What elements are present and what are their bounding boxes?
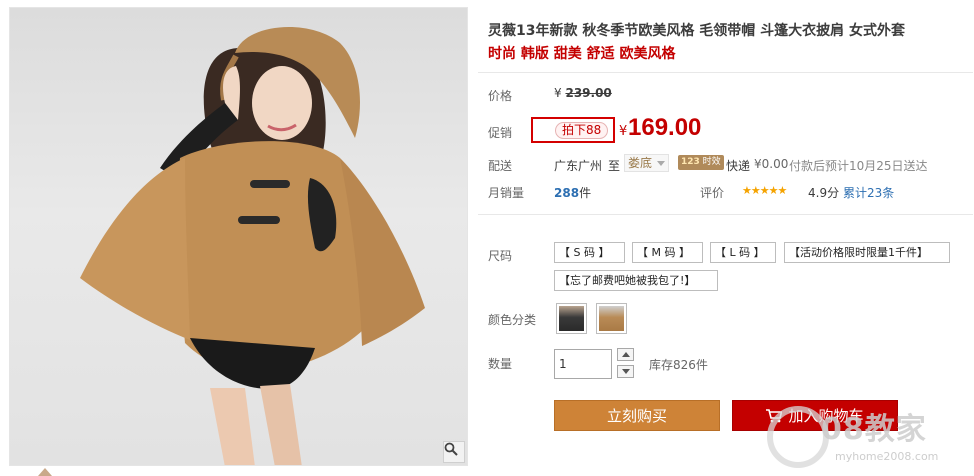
ship-eta-note: 付款后预计10月25日送达 xyxy=(789,159,928,173)
delivery-time-badge[interactable]: 123 时效 xyxy=(678,155,724,170)
color-label: 颜色分类 xyxy=(488,313,537,327)
rating-stars-icon: ★★★★★ xyxy=(742,184,787,197)
divider xyxy=(478,214,973,215)
monthly-sales-label: 月销量 xyxy=(488,186,525,200)
size-label: 尺码 xyxy=(488,249,513,263)
stock-count: 库存826件 xyxy=(649,358,708,372)
size-option-free-shipping[interactable]: 【忘了邮费吧她被我包了!】 xyxy=(554,270,718,291)
size-option-promo[interactable]: 【活动价格限时限量1千件】 xyxy=(784,242,950,263)
promo-currency: ¥ xyxy=(619,124,628,139)
magnifier-icon xyxy=(444,442,458,456)
review-count-link[interactable]: 累计23条 xyxy=(843,184,894,201)
color-swatch-image xyxy=(559,306,584,331)
product-info-panel: 灵薇13年新款 秋冬季节欧美风格 毛领带帽 斗篷大衣披肩 女式外套 时尚 韩版 … xyxy=(478,0,974,476)
chevron-down-icon xyxy=(657,161,665,166)
ship-method: 快递 xyxy=(726,159,751,173)
add-to-cart-button[interactable]: 加入购物车 xyxy=(732,400,898,431)
monthly-sales-unit: 件 xyxy=(579,186,592,200)
ship-to-separator: 至 xyxy=(608,159,621,173)
thumbnail-pointer xyxy=(38,468,52,476)
divider xyxy=(478,72,973,73)
quantity-decrease-button[interactable] xyxy=(617,365,634,378)
rating-label: 评价 xyxy=(700,186,725,200)
chevron-up-icon xyxy=(621,352,630,357)
shipping-label: 配送 xyxy=(488,159,513,173)
promo-tag: 拍下88 xyxy=(555,122,609,139)
add-to-cart-label: 加入购物车 xyxy=(788,407,864,425)
buy-now-label: 立刻购买 xyxy=(606,407,667,425)
destination-select[interactable]: 娄底 xyxy=(624,154,669,172)
zoom-button[interactable] xyxy=(443,441,465,463)
product-subtitle: 时尚 韩版 甜美 舒适 欧美风格 xyxy=(488,46,676,62)
promo-label: 促销 xyxy=(488,126,513,140)
color-swatch-black[interactable] xyxy=(556,303,587,334)
buy-now-button[interactable]: 立刻购买 xyxy=(554,400,720,431)
quantity-increase-button[interactable] xyxy=(617,348,634,361)
color-swatch-image xyxy=(599,306,624,331)
monthly-sales: 288件 xyxy=(554,184,591,201)
product-title: 灵薇13年新款 秋冬季节欧美风格 毛领带帽 斗篷大衣披肩 女式外套 xyxy=(488,23,905,39)
original-price-value: 239.00 xyxy=(565,86,612,100)
monthly-sales-count: 288 xyxy=(554,186,580,200)
ship-fee: ¥0.00 xyxy=(754,157,789,171)
promo-price: 169.00 xyxy=(628,114,702,141)
color-swatch-camel[interactable] xyxy=(596,303,627,334)
product-photo-illustration xyxy=(80,26,425,465)
rating-score: 4.9分 xyxy=(808,186,840,200)
ship-origin: 广东广州 xyxy=(554,159,603,173)
destination-value: 娄底 xyxy=(628,156,653,170)
chevron-down-icon xyxy=(621,369,630,374)
quantity-label: 数量 xyxy=(488,357,513,371)
price-label: 价格 xyxy=(488,89,513,103)
badge-text: 时效 xyxy=(702,157,721,167)
cart-icon xyxy=(766,409,783,423)
size-option-m[interactable]: 【 M 码 】 xyxy=(632,242,703,263)
price-currency: ¥ xyxy=(554,86,562,100)
size-option-l[interactable]: 【 L 码 】 xyxy=(710,242,776,263)
badge-number: 123 xyxy=(681,157,700,167)
size-option-s[interactable]: 【 S 码 】 xyxy=(554,242,625,263)
quantity-input[interactable] xyxy=(554,349,612,379)
product-main-image[interactable] xyxy=(9,7,468,466)
original-price: ¥ 239.00 xyxy=(554,86,612,100)
